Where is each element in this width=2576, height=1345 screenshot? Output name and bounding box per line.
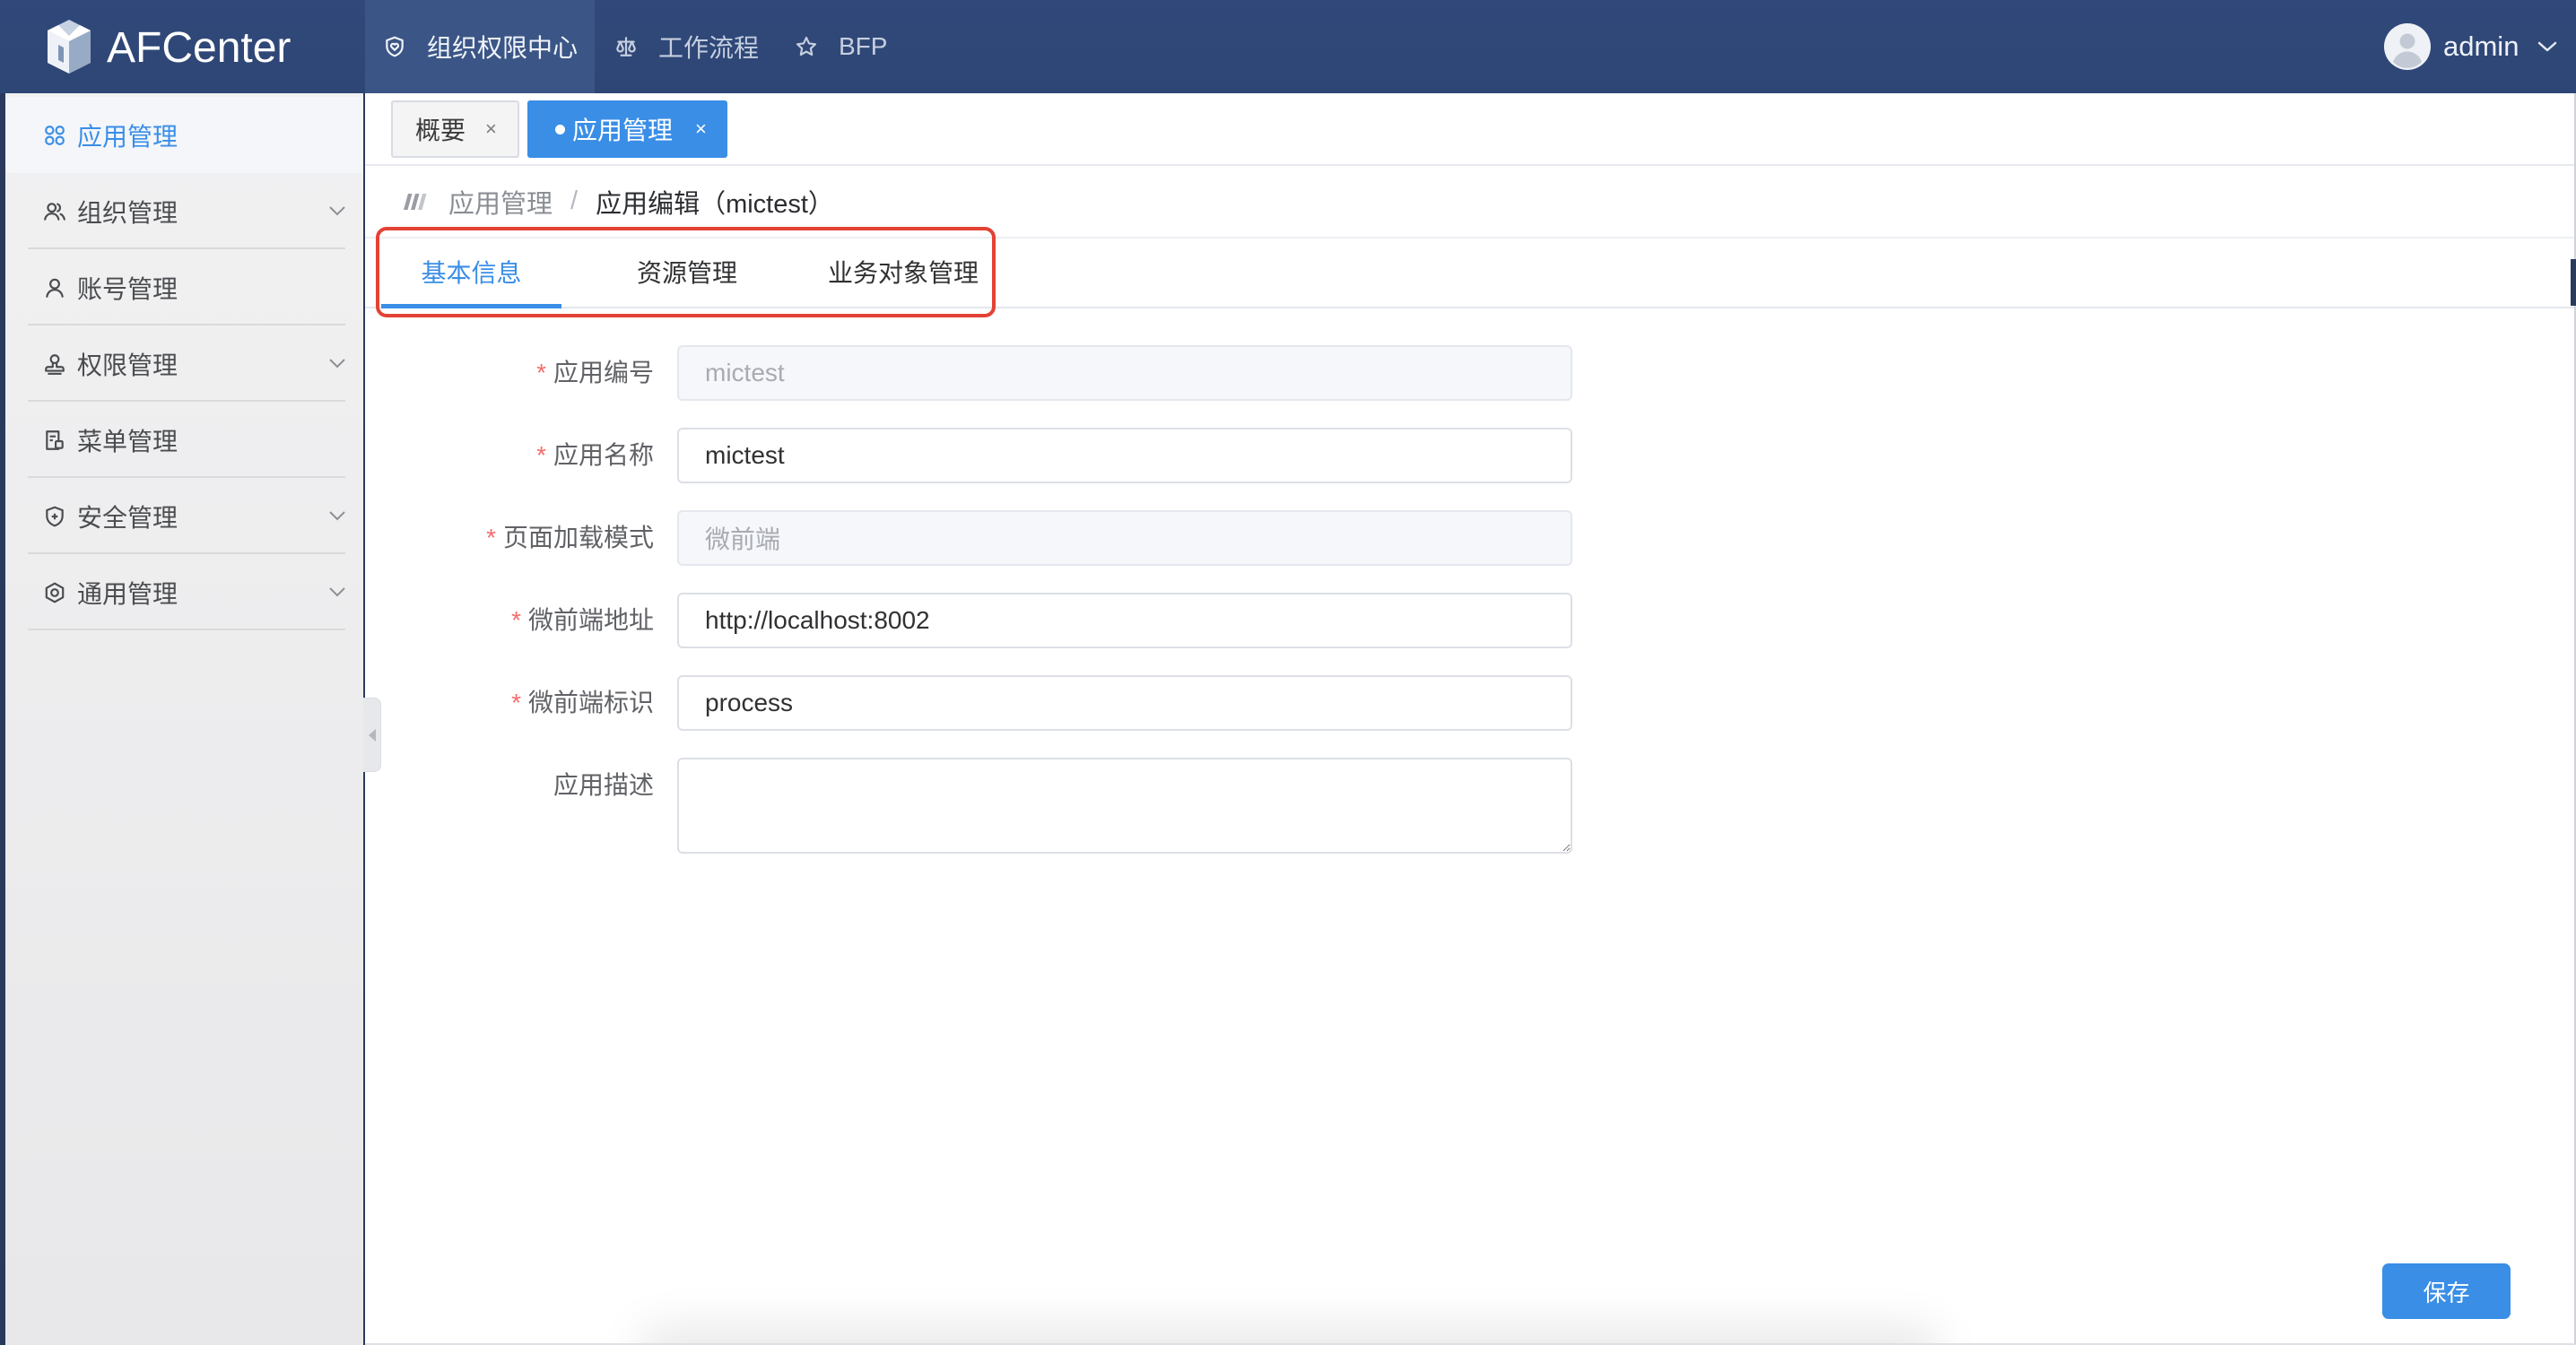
user-name: admin bbox=[2443, 30, 2519, 62]
edge-marker bbox=[2571, 259, 2576, 306]
sidebar-item-permission-management[interactable]: 权限管理 bbox=[5, 325, 363, 402]
form-row-micro-frontend-id: * 微前端标识 bbox=[365, 675, 1621, 731]
app-code-input bbox=[677, 345, 1572, 401]
required-mark: * bbox=[511, 689, 521, 716]
sidebar-item-security-management[interactable]: 安全管理 bbox=[5, 478, 363, 554]
chevron-down-icon bbox=[328, 205, 346, 217]
chevron-down-icon[interactable] bbox=[2537, 39, 2558, 54]
chevron-down-icon bbox=[328, 358, 346, 369]
sidebar-collapse-handle[interactable] bbox=[363, 698, 381, 772]
micro-frontend-id-input[interactable] bbox=[677, 675, 1572, 731]
field-label-text: 页面加载模式 bbox=[502, 524, 654, 551]
shield-heart-icon bbox=[383, 35, 406, 58]
breadcrumb-current: 应用编辑（mictest） bbox=[596, 189, 834, 219]
nav-item-label: 组织权限中心 bbox=[427, 34, 579, 62]
field-label-text: 应用描述 bbox=[553, 771, 654, 799]
sidebar-item-org-management[interactable]: 组织管理 bbox=[5, 173, 363, 249]
page-tab-bar: 概要 × 应用管理 × bbox=[365, 93, 2574, 166]
sidebar-item-label: 组织管理 bbox=[77, 198, 178, 227]
required-mark: * bbox=[486, 524, 496, 551]
form-row-micro-frontend-url: * 微前端地址 bbox=[365, 593, 1621, 648]
nav-item-org-permission-center[interactable]: 组织权限中心 bbox=[365, 0, 595, 93]
menu-doc-icon bbox=[43, 429, 66, 452]
settings-icon bbox=[43, 581, 66, 604]
star-icon bbox=[795, 35, 818, 58]
app-logo[interactable]: AFCenter bbox=[46, 0, 291, 93]
users-icon bbox=[43, 200, 66, 223]
field-label: * 应用名称 bbox=[365, 428, 654, 483]
app-edit-form: *应用编号 *应用名称 *页面加载模式 *微前端地址 *微前端标识 应用描述 bbox=[365, 345, 1621, 881]
page-tab-overview[interactable]: 概要 × bbox=[391, 100, 519, 158]
field-label: * 页面加载模式 bbox=[365, 510, 654, 566]
highlight-box bbox=[376, 227, 996, 317]
field-label: 应用描述 bbox=[365, 758, 654, 813]
active-tab-dot bbox=[555, 124, 565, 134]
sidebar-item-general-management[interactable]: 通用管理 bbox=[5, 554, 363, 630]
sidebar-item-account-management[interactable]: 账号管理 bbox=[5, 249, 363, 325]
sidebar-item-label: 菜单管理 bbox=[77, 427, 178, 456]
balance-scale-icon bbox=[614, 35, 638, 58]
nav-item-label: 工作流程 bbox=[658, 34, 760, 62]
app-name-input[interactable] bbox=[677, 428, 1572, 483]
page-tab-app-management[interactable]: 应用管理 × bbox=[527, 100, 727, 158]
form-row-app-name: * 应用名称 bbox=[365, 428, 1621, 483]
sidebar-item-app-management[interactable]: 应用管理 bbox=[5, 97, 363, 173]
afcenter-logo-icon bbox=[48, 20, 91, 74]
field-label: * 微前端地址 bbox=[365, 593, 654, 648]
page-tab-label: 应用管理 bbox=[572, 117, 674, 144]
field-label: * 应用编号 bbox=[365, 345, 654, 401]
caret-left-icon bbox=[368, 728, 376, 742]
micro-frontend-url-input[interactable] bbox=[677, 593, 1572, 648]
main-content: 概要 × 应用管理 × 应用管理 / 应用编辑（mictest） 基本信息 资源… bbox=[365, 93, 2576, 1345]
breadcrumb-link-app-management[interactable]: 应用管理 bbox=[448, 183, 553, 221]
field-label-text: 微前端标识 bbox=[527, 689, 654, 716]
nav-item-label: BFP bbox=[839, 32, 888, 60]
chevron-down-icon bbox=[328, 586, 346, 598]
nav-item-bfp[interactable]: BFP bbox=[777, 0, 920, 93]
field-label-text: 微前端地址 bbox=[527, 606, 654, 634]
field-label-text: 应用编号 bbox=[553, 359, 654, 386]
sidebar-item-label: 通用管理 bbox=[77, 579, 178, 608]
app-description-textarea[interactable] bbox=[677, 758, 1572, 854]
chevron-down-icon bbox=[328, 510, 346, 522]
load-mode-input bbox=[677, 510, 1572, 566]
stamp-icon bbox=[43, 352, 66, 376]
tab-close-button[interactable]: × bbox=[485, 119, 497, 139]
required-mark: * bbox=[536, 359, 546, 386]
user-avatar-icon bbox=[2384, 23, 2431, 70]
shield-plus-icon bbox=[43, 505, 66, 528]
user-icon bbox=[43, 276, 66, 299]
page-tab-label: 概要 bbox=[415, 117, 466, 144]
app-logo-text: AFCenter bbox=[107, 24, 292, 72]
nav-item-workflow[interactable]: 工作流程 bbox=[596, 0, 776, 93]
sidebar-item-label: 应用管理 bbox=[77, 122, 178, 151]
form-row-app-code: * 应用编号 bbox=[365, 345, 1621, 401]
tab-close-button[interactable]: × bbox=[695, 119, 707, 139]
top-header: AFCenter 组织权限中心 工作流程 BFP admin bbox=[0, 0, 2576, 93]
user-menu[interactable]: admin bbox=[2384, 0, 2563, 93]
required-mark: * bbox=[511, 606, 521, 634]
sidebar-item-menu-management[interactable]: 菜单管理 bbox=[5, 402, 363, 478]
sidebar-menu: 应用管理 组织管理 账号管理 权限管理 菜单管理 安全管理 通用管理 bbox=[5, 97, 363, 630]
field-label: * 微前端标识 bbox=[365, 675, 654, 731]
sidebar-item-label: 安全管理 bbox=[77, 503, 178, 532]
required-mark: * bbox=[536, 441, 546, 469]
field-label-text: 应用名称 bbox=[553, 441, 654, 469]
save-button[interactable]: 保存 bbox=[2382, 1263, 2511, 1319]
sidebar-item-label: 账号管理 bbox=[77, 274, 178, 303]
form-row-load-mode: * 页面加载模式 bbox=[365, 510, 1621, 566]
grid-icon bbox=[43, 124, 66, 147]
form-row-app-description: 应用描述 bbox=[365, 758, 1621, 854]
sidebar: 应用管理 组织管理 账号管理 权限管理 菜单管理 安全管理 通用管理 bbox=[5, 93, 363, 1345]
sidebar-item-label: 权限管理 bbox=[77, 351, 178, 379]
breadcrumb-icon bbox=[401, 192, 431, 212]
breadcrumb-separator: / bbox=[570, 187, 579, 215]
